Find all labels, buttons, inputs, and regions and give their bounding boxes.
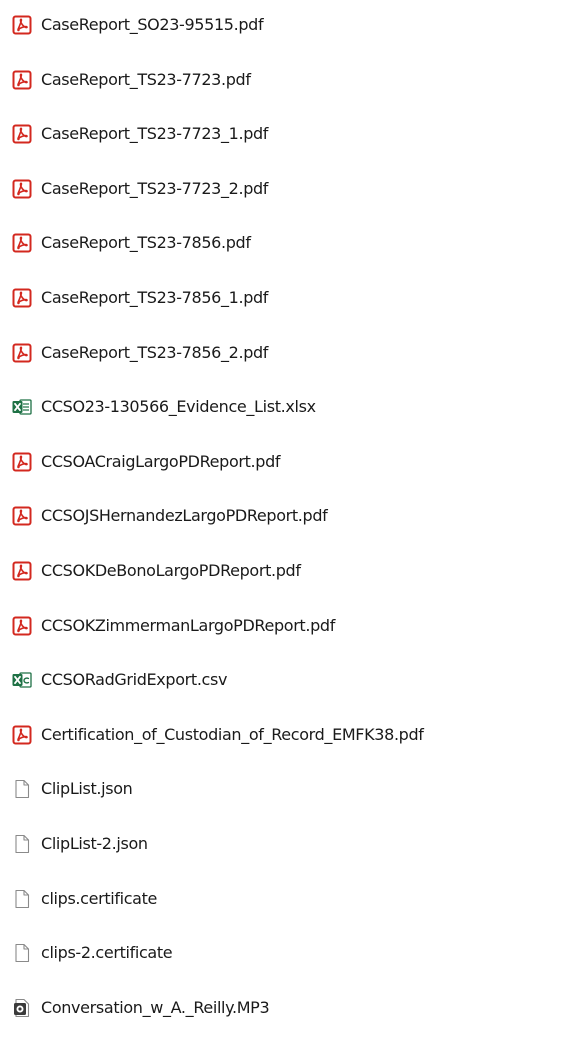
file-name: CaseReport_TS23-7856_2.pdf <box>41 342 269 362</box>
file-row[interactable]: CaseReport_TS23-7856.pdf <box>0 225 586 261</box>
file-row[interactable]: CaseReport_TS23-7723.pdf <box>0 62 586 98</box>
file-row[interactable]: CCSOKZimmermanLargoPDReport.pdf <box>0 608 586 644</box>
file-row[interactable]: CCSOJSHernandezLargoPDReport.pdf <box>0 498 586 534</box>
file-name: CaseReport_TS23-7856_1.pdf <box>41 288 269 307</box>
file-row[interactable]: clips-2.certificate <box>0 935 586 971</box>
pdf-icon <box>12 452 32 472</box>
pdf-icon <box>12 288 32 308</box>
file-row[interactable]: CCSOACraigLargoPDReport.pdf <box>0 444 586 480</box>
file-name: clips.certificate <box>41 888 158 908</box>
file-name: clips-2.certificate <box>41 943 173 963</box>
file-row[interactable]: CCSO23-130566_Evidence_List.xlsx <box>0 389 586 425</box>
file-name: CaseReport_TS23-7723_2.pdf <box>41 178 269 198</box>
file-row[interactable]: CCSOKDeBonoLargoPDReport.pdf <box>0 553 586 589</box>
file-row[interactable]: CaseReport_TS23-7856_1.pdf <box>0 280 586 316</box>
pdf-icon <box>12 179 32 199</box>
pdf-icon <box>12 70 32 90</box>
file-row[interactable]: CaseReport_TS23-7856_2.pdf <box>0 335 586 371</box>
pdf-icon <box>12 616 32 636</box>
file-row[interactable]: clips.certificate <box>0 881 586 917</box>
file-row[interactable]: ClipList-2.json <box>0 826 586 862</box>
file-name: Certification_of_Custodian_of_Record_EMF… <box>41 724 424 744</box>
file-row[interactable]: ClipList.json <box>0 771 586 807</box>
pdf-icon <box>12 725 32 745</box>
file-name: ClipList-2.json <box>41 834 148 853</box>
pdf-icon <box>12 343 32 363</box>
file-name: CCSOACraigLargoPDReport.pdf <box>41 451 281 471</box>
pdf-icon <box>12 506 32 526</box>
pdf-icon <box>12 124 32 144</box>
file-name: CCSO23-130566_Evidence_List.xlsx <box>41 397 316 417</box>
blank-file-icon <box>12 943 32 963</box>
file-row[interactable]: CCSORadGridExport.csv <box>0 662 586 698</box>
file-name: CaseReport_TS23-7723.pdf <box>41 69 251 89</box>
blank-file-icon <box>12 834 32 854</box>
file-row[interactable]: CaseReport_SO23-95515.pdf <box>0 7 586 43</box>
audio-file-icon <box>12 998 32 1018</box>
excel-csv-icon <box>12 670 32 690</box>
file-name: CCSOKDeBonoLargoPDReport.pdf <box>41 561 301 580</box>
file-name: CCSORadGridExport.csv <box>41 670 228 690</box>
excel-icon <box>12 397 32 417</box>
pdf-icon <box>12 561 32 581</box>
pdf-icon <box>12 233 32 253</box>
file-row[interactable]: CaseReport_TS23-7723_2.pdf <box>0 171 586 207</box>
pdf-icon <box>12 15 32 35</box>
file-row[interactable]: Certification_of_Custodian_of_Record_EMF… <box>0 717 586 753</box>
file-row[interactable]: CaseReport_TS23-7723_1.pdf <box>0 116 586 152</box>
file-name: CaseReport_TS23-7723_1.pdf <box>41 124 269 144</box>
file-row[interactable]: Conversation_w_A._Reilly.MP3 <box>0 990 586 1026</box>
file-name: ClipList.json <box>41 779 133 799</box>
file-name: Conversation_w_A._Reilly.MP3 <box>41 997 270 1017</box>
blank-file-icon <box>12 889 32 909</box>
file-name: CCSOJSHernandezLargoPDReport.pdf <box>41 506 328 526</box>
file-name: CaseReport_SO23-95515.pdf <box>41 15 264 34</box>
file-name: CCSOKZimmermanLargoPDReport.pdf <box>41 615 335 635</box>
file-name: CaseReport_TS23-7856.pdf <box>41 233 251 253</box>
blank-file-icon <box>12 779 32 799</box>
